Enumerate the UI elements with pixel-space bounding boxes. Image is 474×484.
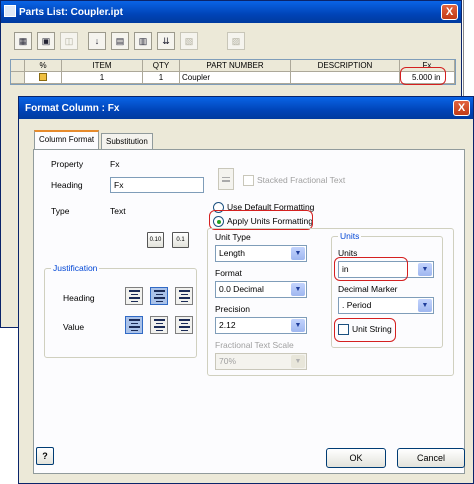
- cell-item[interactable]: 1: [62, 72, 143, 84]
- heading-input[interactable]: Fx: [110, 177, 204, 193]
- property-value: Fx: [110, 159, 120, 169]
- help-button[interactable]: ?: [36, 447, 54, 465]
- chevron-down-icon: ▼: [291, 283, 305, 296]
- background-app-edge: [463, 0, 474, 96]
- stacked-fraction-preview-icon: [218, 168, 234, 190]
- chevron-down-icon: ▼: [291, 319, 305, 332]
- use-default-formatting-label: Use Default Formatting: [227, 202, 315, 212]
- column-chooser-icon[interactable]: ⇊: [157, 32, 175, 50]
- parts-list-titlebar: Parts List: Coupler.ipt X: [1, 1, 461, 23]
- type-value: Text: [110, 206, 126, 216]
- decimal-marker-value: . Period: [342, 300, 372, 310]
- col-header-part-number[interactable]: PART NUMBER: [180, 60, 291, 72]
- parts-list-title: Parts List: Coupler.ipt: [19, 6, 123, 18]
- unit-string-checkbox[interactable]: [338, 324, 349, 335]
- precision-value: 2.12: [219, 320, 236, 330]
- col-header-item[interactable]: ITEM: [62, 60, 143, 72]
- justification-value-label: Value: [63, 322, 85, 332]
- unit-string-label: Unit String: [352, 324, 392, 334]
- use-default-formatting-radio[interactable]: [213, 202, 224, 213]
- disabled-group-icon: ▧: [180, 32, 198, 50]
- cell-part-number[interactable]: Coupler: [180, 72, 291, 84]
- apply-units-formatting-label: Apply Units Formatting: [227, 216, 313, 226]
- fractional-text-scale-label: Fractional Text Scale: [215, 340, 294, 350]
- format-column-titlebar: Format Column : Fx X: [19, 97, 473, 119]
- col-header-percent[interactable]: %: [25, 60, 62, 72]
- justification-title: Justification: [51, 263, 100, 273]
- units-label: Units: [338, 248, 358, 258]
- chevron-down-icon: ▼: [291, 247, 305, 260]
- col-header-fx[interactable]: Fx: [400, 60, 455, 72]
- row-header[interactable]: [11, 72, 25, 84]
- heading-align-center-button[interactable]: [150, 287, 168, 305]
- disabled-icon: ▨: [227, 32, 245, 50]
- format-value: 0.0 Decimal: [219, 284, 264, 294]
- heading-label: Heading: [51, 180, 83, 190]
- type-label: Type: [51, 206, 70, 216]
- filter-icon[interactable]: ▦: [14, 32, 32, 50]
- unit-type-value: Length: [219, 248, 245, 258]
- value-align-left-button[interactable]: [125, 316, 143, 334]
- precision-select[interactable]: 2.12 ▼: [215, 317, 307, 334]
- value-align-center-button[interactable]: [150, 316, 168, 334]
- column-format-panel: Property Fx Heading Fx Type Text Stacked…: [33, 149, 465, 474]
- heading-align-right-button[interactable]: [175, 287, 193, 305]
- ok-button[interactable]: OK: [326, 448, 386, 468]
- fractional-text-scale-select: 70% ▼: [215, 353, 307, 370]
- fractional-text-scale-value: 70%: [219, 356, 237, 366]
- chevron-down-icon: ▼: [418, 299, 432, 312]
- col-header-qty[interactable]: QTY: [143, 60, 180, 72]
- part-icon-cell[interactable]: [25, 72, 62, 84]
- cell-description[interactable]: [291, 72, 400, 84]
- format-select[interactable]: 0.0 Decimal ▼: [215, 281, 307, 298]
- precision-increase-button[interactable]: 0.1: [172, 232, 189, 248]
- justification-group: Justification: [44, 263, 197, 358]
- format-column-title: Format Column : Fx: [25, 102, 120, 114]
- save-icon[interactable]: ▤: [111, 32, 129, 50]
- parts-list-grid: % ITEM QTY PART NUMBER DESCRIPTION Fx 1 …: [10, 59, 456, 85]
- col-header-description[interactable]: DESCRIPTION: [291, 60, 400, 72]
- format-column-close-button[interactable]: X: [453, 100, 470, 116]
- tab-column-format[interactable]: Column Format: [34, 130, 100, 149]
- decimal-marker-select[interactable]: . Period ▼: [338, 297, 434, 314]
- justification-heading-label: Heading: [63, 293, 95, 303]
- format-label: Format: [215, 268, 242, 278]
- units-group-title: Units: [338, 231, 362, 241]
- units-select[interactable]: in ▼: [338, 261, 434, 278]
- units-value: in: [342, 264, 349, 274]
- part-icon: [39, 73, 47, 81]
- chevron-down-icon: ▼: [291, 355, 305, 368]
- tab-substitution[interactable]: Substitution: [101, 133, 153, 149]
- stacked-fractional-text-checkbox[interactable]: [243, 175, 254, 186]
- member-icon[interactable]: ▥: [134, 32, 152, 50]
- precision-decrease-button[interactable]: 0.10: [147, 232, 164, 248]
- disabled-view-icon: ◫: [60, 32, 78, 50]
- decimal-marker-label: Decimal Marker: [338, 284, 398, 294]
- heading-align-left-button[interactable]: [125, 287, 143, 305]
- unit-type-label: Unit Type: [215, 232, 251, 242]
- apply-units-formatting-radio[interactable]: [213, 216, 224, 227]
- value-align-right-button[interactable]: [175, 316, 193, 334]
- property-label: Property: [51, 159, 84, 169]
- chevron-down-icon: ▼: [418, 263, 432, 276]
- precision-label: Precision: [215, 304, 250, 314]
- row-header-corner: [11, 60, 25, 72]
- format-column-dialog: Format Column : Fx X Column Format Subst…: [18, 96, 474, 484]
- export-icon[interactable]: ▣: [37, 32, 55, 50]
- sort-icon[interactable]: ↓: [88, 32, 106, 50]
- cell-qty[interactable]: 1: [143, 72, 180, 84]
- unit-type-select[interactable]: Length ▼: [215, 245, 307, 262]
- parts-list-app-icon: [4, 5, 16, 17]
- cell-fx[interactable]: 5.000 in: [400, 72, 455, 84]
- stacked-fractional-text-label: Stacked Fractional Text: [257, 175, 346, 185]
- cancel-button[interactable]: Cancel: [397, 448, 465, 468]
- parts-list-close-button[interactable]: X: [441, 4, 458, 20]
